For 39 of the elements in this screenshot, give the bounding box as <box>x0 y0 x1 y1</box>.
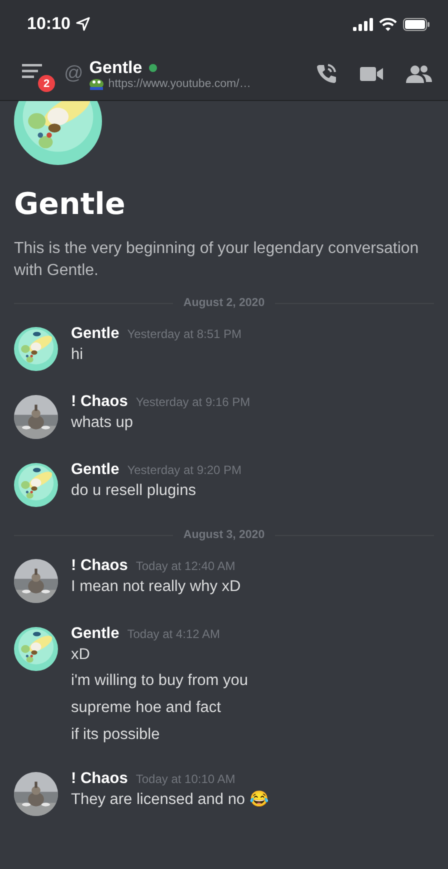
timestamp: Yesterday at 8:51 PM <box>127 327 242 341</box>
intro-title: Gentle <box>14 187 126 222</box>
channel-title: Gentle <box>89 58 142 78</box>
location-arrow-icon <box>76 17 90 31</box>
message-text: xD <box>71 645 91 665</box>
intro-text: This is the very beginning of your legendary conversation with Gentle. <box>14 239 420 281</box>
timestamp: Today at 12:40 AM <box>136 559 236 573</box>
wifi-icon <box>379 18 397 30</box>
message-text: do u resell plugins <box>71 481 197 501</box>
author-name[interactable]: Gentle <box>71 625 120 643</box>
author-name[interactable]: ! Chaos <box>71 393 128 411</box>
timestamp: Yesterday at 9:20 PM <box>127 463 242 477</box>
author-name[interactable]: Gentle <box>71 325 120 343</box>
date-divider-label: August 2, 2020 <box>183 297 265 309</box>
author-name[interactable]: Gentle <box>71 461 120 479</box>
message-text: They are licensed and no 😂 <box>71 790 268 810</box>
author-name[interactable]: ! Chaos <box>71 770 128 788</box>
message-text: i'm willing to buy from you <box>71 671 248 691</box>
custom-status: https://www.youtube.com/… <box>108 78 251 90</box>
menu-icon <box>22 64 42 78</box>
battery-icon <box>403 18 430 30</box>
signal-icon <box>353 18 373 30</box>
people-icon <box>406 64 432 84</box>
message-text: if its possible <box>71 725 161 745</box>
message-text: supreme hoe and fact <box>71 698 222 718</box>
phone-icon <box>314 62 338 86</box>
video-camera-icon <box>360 64 384 84</box>
date-divider-label: August 3, 2020 <box>183 529 265 541</box>
frog-emoji-icon <box>89 78 104 90</box>
message-text: I mean not really why xD <box>71 577 241 597</box>
message-text: hi <box>71 345 84 365</box>
clock-time: 10:10 <box>27 14 70 34</box>
message-text: whats up <box>71 413 134 433</box>
timestamp: Today at 4:12 AM <box>127 627 220 641</box>
author-name[interactable]: ! Chaos <box>71 557 128 575</box>
timestamp: Yesterday at 9:16 PM <box>136 395 250 409</box>
timestamp: Today at 10:10 AM <box>136 772 236 786</box>
notification-badge: 2 <box>36 73 57 94</box>
at-symbol: @ <box>64 63 84 85</box>
